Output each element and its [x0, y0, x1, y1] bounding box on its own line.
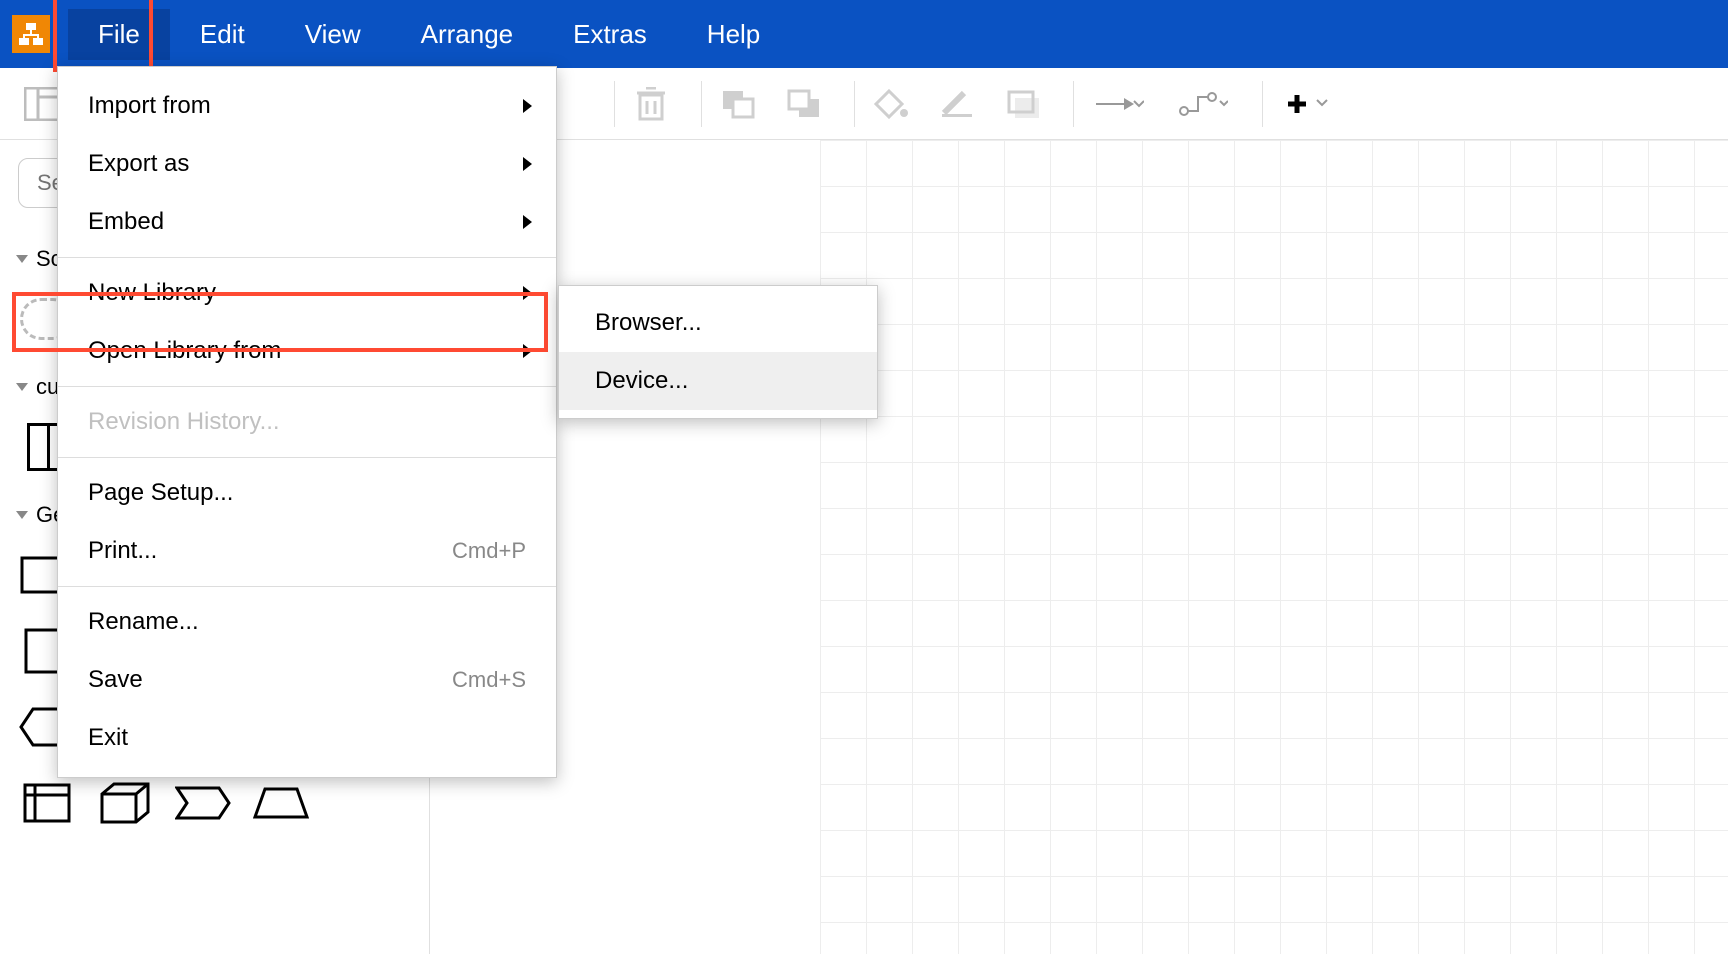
submenu-arrow-icon: [523, 157, 532, 171]
menu-edit[interactable]: Edit: [170, 9, 275, 60]
file-new-library[interactable]: New Library: [58, 264, 556, 322]
waypoints-dropdown[interactable]: [1168, 78, 1238, 130]
shortcut: Cmd+S: [452, 667, 526, 693]
file-rename[interactable]: Rename...: [58, 593, 556, 651]
to-front-icon[interactable]: [712, 78, 764, 130]
shortcut: Cmd+P: [452, 538, 526, 564]
stroke-icon[interactable]: [931, 78, 983, 130]
label: Embed: [88, 208, 164, 236]
app-logo[interactable]: [12, 15, 50, 53]
label: Export as: [88, 150, 189, 178]
file-save[interactable]: Save Cmd+S: [58, 651, 556, 709]
submenu-arrow-icon: [523, 99, 532, 113]
menu-arrange[interactable]: Arrange: [391, 9, 544, 60]
menu-separator: [58, 257, 556, 258]
toolbar-divider: [854, 81, 855, 127]
file-exit[interactable]: Exit: [58, 709, 556, 767]
submenu-arrow-icon: [523, 344, 532, 358]
label: Save: [88, 666, 143, 694]
menu-separator: [58, 386, 556, 387]
label: Revision History...: [88, 408, 280, 436]
menu-view[interactable]: View: [275, 9, 391, 60]
fill-icon[interactable]: [865, 78, 917, 130]
label: New Library: [88, 279, 216, 307]
toolbar-divider: [701, 81, 702, 127]
shadow-box-icon[interactable]: [997, 78, 1049, 130]
label: Print...: [88, 537, 157, 565]
menu-separator: [58, 457, 556, 458]
label: Rename...: [88, 608, 199, 636]
label: Import from: [88, 92, 211, 120]
shape-trapezoid[interactable]: [252, 774, 310, 832]
add-dropdown[interactable]: [1273, 78, 1343, 130]
toolbar-divider: [1262, 81, 1263, 127]
menu-extras[interactable]: Extras: [543, 9, 677, 60]
shape-cube[interactable]: [96, 774, 154, 832]
canvas[interactable]: [430, 140, 1728, 954]
new-library-submenu: Browser... Device...: [558, 285, 878, 419]
label: Open Library from: [88, 337, 281, 365]
menu-file[interactable]: File: [68, 9, 170, 60]
file-revision-history: Revision History...: [58, 393, 556, 451]
shape-internal-storage[interactable]: [18, 774, 76, 832]
file-print[interactable]: Print... Cmd+P: [58, 522, 556, 580]
shape-step[interactable]: [174, 774, 232, 832]
menu-help[interactable]: Help: [677, 9, 790, 60]
delete-icon[interactable]: [625, 78, 677, 130]
file-embed[interactable]: Embed: [58, 193, 556, 251]
label: Exit: [88, 724, 128, 752]
new-library-device[interactable]: Device...: [559, 352, 877, 410]
file-menu-dropdown: Import from Export as Embed New Library …: [57, 66, 557, 778]
new-library-browser[interactable]: Browser...: [559, 294, 877, 352]
file-export-as[interactable]: Export as: [58, 135, 556, 193]
menubar: File Edit View Arrange Extras Help: [0, 0, 1728, 68]
grid-area[interactable]: [820, 140, 1728, 954]
toolbar-divider: [1073, 81, 1074, 127]
file-page-setup[interactable]: Page Setup...: [58, 464, 556, 522]
file-open-library-from[interactable]: Open Library from: [58, 322, 556, 380]
file-import-from[interactable]: Import from: [58, 77, 556, 135]
submenu-arrow-icon: [523, 286, 532, 300]
to-back-icon[interactable]: [778, 78, 830, 130]
label: Page Setup...: [88, 479, 233, 507]
line-end-dropdown[interactable]: [1084, 78, 1154, 130]
submenu-arrow-icon: [523, 215, 532, 229]
menu-separator: [58, 586, 556, 587]
toolbar-divider: [614, 81, 615, 127]
